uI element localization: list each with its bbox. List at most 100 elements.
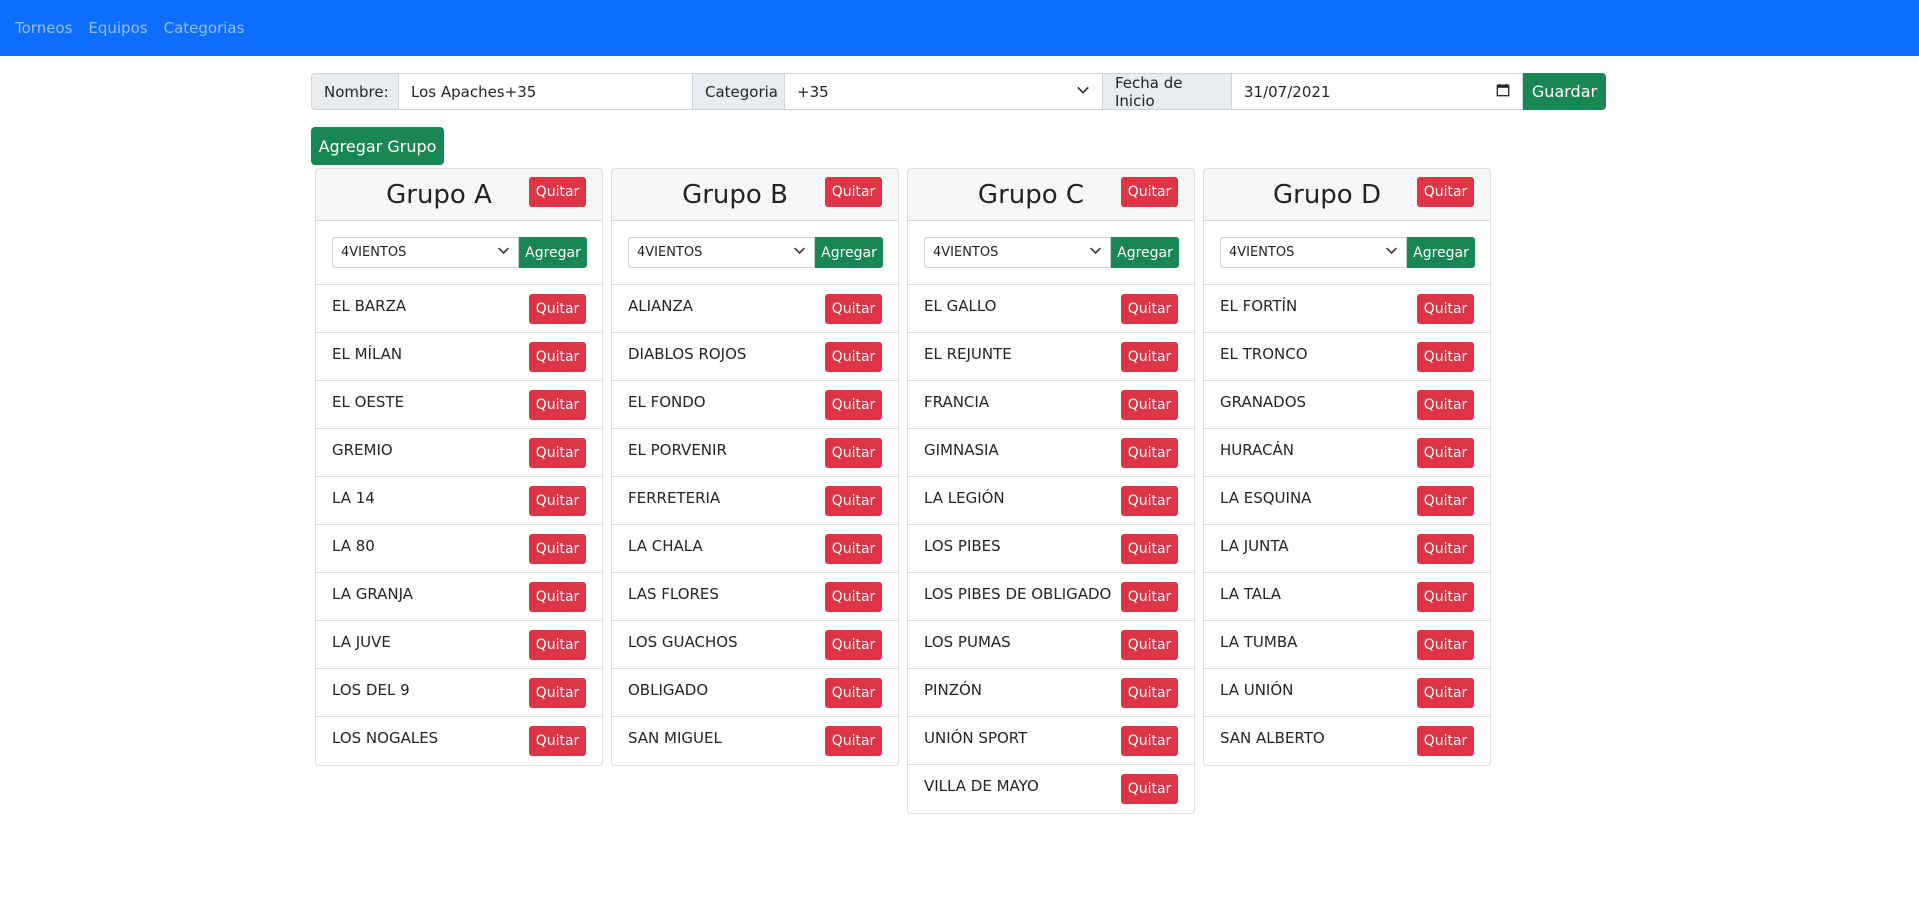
quitar-team-button[interactable]: Quitar bbox=[825, 533, 882, 564]
team-select[interactable]: 4VIENTOS bbox=[628, 237, 815, 268]
calendar-icon[interactable] bbox=[1496, 83, 1510, 101]
team-row: EL MÍLAN Quitar bbox=[316, 333, 602, 381]
team-row: LOS NOGALES Quitar bbox=[316, 717, 602, 765]
team-name: FRANCIA bbox=[924, 392, 990, 411]
quitar-team-button[interactable]: Quitar bbox=[825, 293, 882, 324]
team-row: PINZÓN Quitar bbox=[908, 669, 1194, 717]
team-name: HURACÁN bbox=[1220, 440, 1295, 459]
quitar-team-button[interactable]: Quitar bbox=[825, 389, 882, 420]
team-name: SAN MIGUEL bbox=[628, 729, 722, 747]
team-select[interactable]: 4VIENTOS bbox=[332, 237, 519, 268]
quitar-team-button[interactable]: Quitar bbox=[1417, 677, 1474, 708]
team-name: LOS GUACHOS bbox=[628, 632, 738, 651]
team-name: LAS FLORES bbox=[628, 584, 719, 603]
quitar-team-button[interactable]: Quitar bbox=[529, 726, 586, 756]
quitar-team-button[interactable]: Quitar bbox=[1121, 485, 1178, 516]
quitar-team-button[interactable]: Quitar bbox=[825, 726, 882, 756]
team-name: LA JUVE bbox=[332, 632, 391, 651]
main-container: Nombre: Los Apaches+35 Categoria +35 Fec… bbox=[311, 73, 1607, 165]
team-row: LA UNIÓN Quitar bbox=[1204, 669, 1490, 717]
quitar-team-button[interactable]: Quitar bbox=[529, 629, 586, 660]
quitar-team-button[interactable]: Quitar bbox=[1417, 437, 1474, 468]
agregar-team-button[interactable]: Agregar bbox=[1407, 237, 1475, 268]
quitar-team-button[interactable]: Quitar bbox=[1121, 677, 1178, 708]
team-row: EL REJUNTE Quitar bbox=[908, 333, 1194, 381]
team-name: GIMNASIA bbox=[924, 440, 999, 459]
nombre-input[interactable]: Los Apaches+35 bbox=[399, 73, 692, 110]
team-row: LA 80 Quitar bbox=[316, 525, 602, 573]
quitar-team-button[interactable]: Quitar bbox=[825, 629, 882, 660]
team-row: LA ESQUINA Quitar bbox=[1204, 477, 1490, 525]
quitar-team-button[interactable]: Quitar bbox=[825, 485, 882, 516]
team-select-value: 4VIENTOS bbox=[933, 245, 999, 260]
guardar-button[interactable]: Guardar bbox=[1523, 73, 1606, 110]
team-name: OBLIGADO bbox=[628, 680, 709, 699]
quitar-team-button[interactable]: Quitar bbox=[1121, 581, 1178, 612]
agregar-team-button[interactable]: Agregar bbox=[519, 237, 587, 268]
quitar-team-button[interactable]: Quitar bbox=[529, 389, 586, 420]
team-name: LOS PUMAS bbox=[924, 632, 1011, 651]
team-row: LOS PIBES Quitar bbox=[908, 525, 1194, 573]
quitar-team-button[interactable]: Quitar bbox=[529, 293, 586, 324]
quitar-group-button[interactable]: Quitar bbox=[529, 177, 586, 207]
quitar-team-button[interactable]: Quitar bbox=[1417, 581, 1474, 612]
team-row: GRANADOS Quitar bbox=[1204, 381, 1490, 429]
quitar-team-button[interactable]: Quitar bbox=[1121, 341, 1178, 372]
add-team-row: 4VIENTOS Agregar bbox=[1204, 221, 1490, 285]
nav-equipos[interactable]: Equipos bbox=[88, 19, 147, 37]
quitar-team-button[interactable]: Quitar bbox=[1417, 485, 1474, 516]
quitar-team-button[interactable]: Quitar bbox=[529, 437, 586, 468]
team-row: VILLA DE MAYO Quitar bbox=[908, 765, 1194, 813]
quitar-team-button[interactable]: Quitar bbox=[1417, 293, 1474, 324]
quitar-team-button[interactable]: Quitar bbox=[1121, 725, 1178, 756]
agregar-grupo-button[interactable]: Agregar Grupo bbox=[311, 127, 444, 165]
chevron-down-icon bbox=[793, 244, 806, 261]
group-card: Grupo B Quitar 4VIENTOS Agregar ALIANZA Quita… bbox=[611, 168, 899, 766]
team-select-value: 4VIENTOS bbox=[1229, 245, 1295, 260]
quitar-team-button[interactable]: Quitar bbox=[1121, 774, 1178, 804]
agregar-team-button[interactable]: Agregar bbox=[815, 237, 883, 268]
team-row: DIABLOS ROJOS Quitar bbox=[612, 333, 898, 381]
quitar-team-button[interactable]: Quitar bbox=[1121, 437, 1178, 468]
quitar-team-button[interactable]: Quitar bbox=[825, 581, 882, 612]
quitar-team-button[interactable]: Quitar bbox=[1417, 341, 1474, 372]
quitar-team-button[interactable]: Quitar bbox=[1121, 533, 1178, 564]
quitar-team-button[interactable]: Quitar bbox=[825, 341, 882, 372]
quitar-team-button[interactable]: Quitar bbox=[1417, 629, 1474, 660]
quitar-team-button[interactable]: Quitar bbox=[1121, 629, 1178, 660]
quitar-team-button[interactable]: Quitar bbox=[1417, 389, 1474, 420]
quitar-team-button[interactable]: Quitar bbox=[1121, 293, 1178, 324]
quitar-team-button[interactable]: Quitar bbox=[825, 437, 882, 468]
nav-torneos[interactable]: Torneos bbox=[15, 19, 72, 37]
team-name: LA CHALA bbox=[628, 536, 703, 555]
team-select[interactable]: 4VIENTOS bbox=[1220, 237, 1407, 268]
quitar-group-button[interactable]: Quitar bbox=[1121, 177, 1178, 207]
quitar-team-button[interactable]: Quitar bbox=[529, 581, 586, 612]
nav-categorias[interactable]: Categorias bbox=[164, 19, 245, 37]
team-name: EL REJUNTE bbox=[924, 344, 1012, 363]
quitar-team-button[interactable]: Quitar bbox=[1417, 533, 1474, 564]
team-row: LOS PUMAS Quitar bbox=[908, 621, 1194, 669]
quitar-team-button[interactable]: Quitar bbox=[1417, 726, 1474, 756]
fecha-label: Fecha de Inicio bbox=[1102, 73, 1232, 110]
team-select[interactable]: 4VIENTOS bbox=[924, 237, 1111, 268]
quitar-group-button[interactable]: Quitar bbox=[825, 177, 882, 207]
quitar-team-button[interactable]: Quitar bbox=[529, 485, 586, 516]
quitar-team-button[interactable]: Quitar bbox=[529, 341, 586, 372]
team-name: ALIANZA bbox=[628, 296, 694, 315]
quitar-team-button[interactable]: Quitar bbox=[529, 677, 586, 708]
team-name: LA ESQUINA bbox=[1220, 488, 1312, 507]
group-title: Grupo A bbox=[386, 179, 492, 210]
navbar: Torneos Equipos Categorias bbox=[0, 0, 1919, 56]
team-select-value: 4VIENTOS bbox=[341, 245, 407, 260]
categoria-select[interactable]: +35 bbox=[785, 73, 1102, 110]
quitar-team-button[interactable]: Quitar bbox=[529, 533, 586, 564]
group-card: Grupo A Quitar 4VIENTOS Agregar EL BARZA Quit… bbox=[315, 168, 603, 766]
quitar-group-button[interactable]: Quitar bbox=[1417, 177, 1474, 207]
team-row: LOS PIBES DE OBLIGADO Quitar bbox=[908, 573, 1194, 621]
quitar-team-button[interactable]: Quitar bbox=[825, 677, 882, 708]
fecha-input[interactable]: 31/07/2021 bbox=[1232, 73, 1523, 110]
quitar-team-button[interactable]: Quitar bbox=[1121, 389, 1178, 420]
agregar-team-button[interactable]: Agregar bbox=[1111, 237, 1179, 268]
team-name: EL GALLO bbox=[924, 296, 997, 315]
